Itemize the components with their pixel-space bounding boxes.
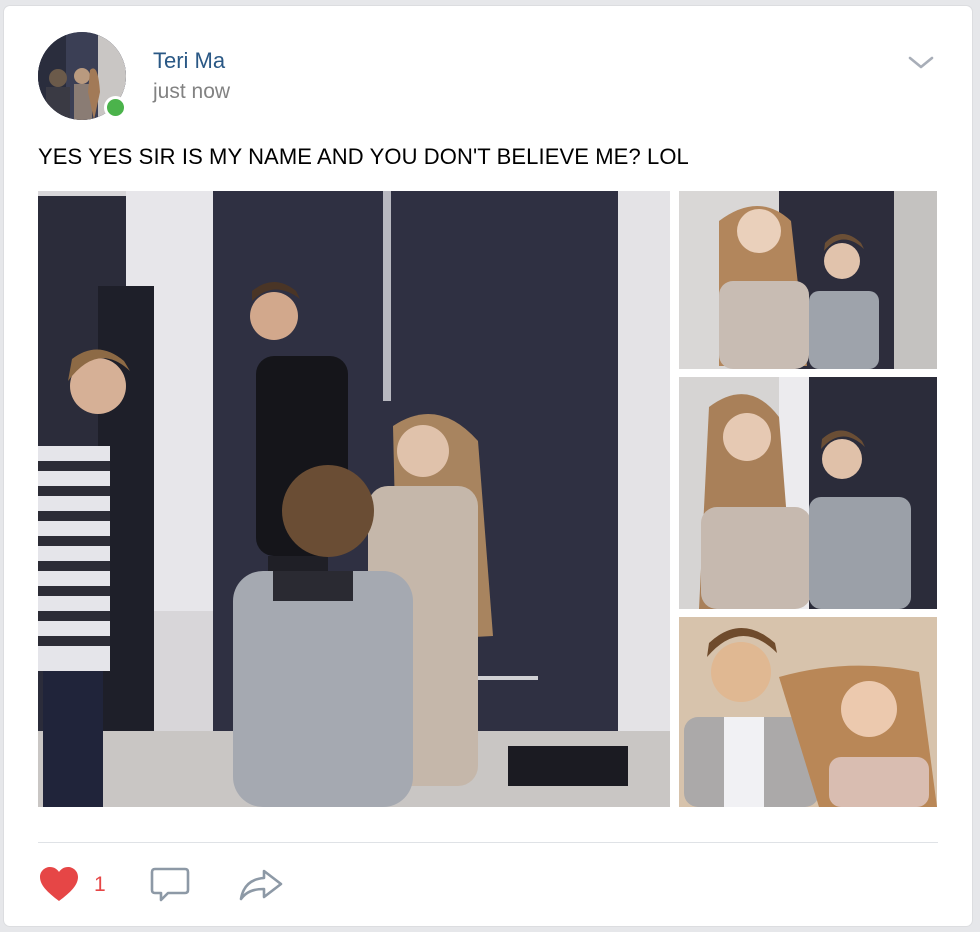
portrait-photo bbox=[679, 191, 937, 369]
post-card: Teri Ma just now YES YES SIR IS MY NAME … bbox=[4, 6, 972, 926]
photo-1[interactable] bbox=[679, 191, 937, 369]
like-button[interactable]: 1 bbox=[38, 866, 108, 904]
like-count: 1 bbox=[94, 873, 106, 896]
post-time[interactable]: just now bbox=[153, 80, 230, 104]
post-text: YES YES SIR IS MY NAME AND YOU DON'T BEL… bbox=[38, 144, 689, 169]
photo-2[interactable] bbox=[679, 377, 937, 609]
heart-icon bbox=[40, 867, 78, 901]
share-icon bbox=[239, 869, 283, 901]
comment-icon bbox=[150, 867, 190, 902]
portrait-photo bbox=[679, 617, 937, 807]
studio-photo bbox=[38, 191, 670, 807]
comment-button[interactable] bbox=[150, 866, 190, 904]
share-button[interactable] bbox=[238, 866, 284, 904]
photo-main[interactable] bbox=[38, 191, 670, 807]
portrait-photo bbox=[679, 377, 937, 609]
post-menu-button[interactable] bbox=[904, 50, 938, 74]
online-status-indicator bbox=[104, 96, 127, 119]
divider bbox=[38, 842, 938, 843]
author-name[interactable]: Teri Ma bbox=[153, 48, 225, 74]
photo-3[interactable] bbox=[679, 617, 937, 807]
chevron-down-icon bbox=[908, 56, 934, 69]
